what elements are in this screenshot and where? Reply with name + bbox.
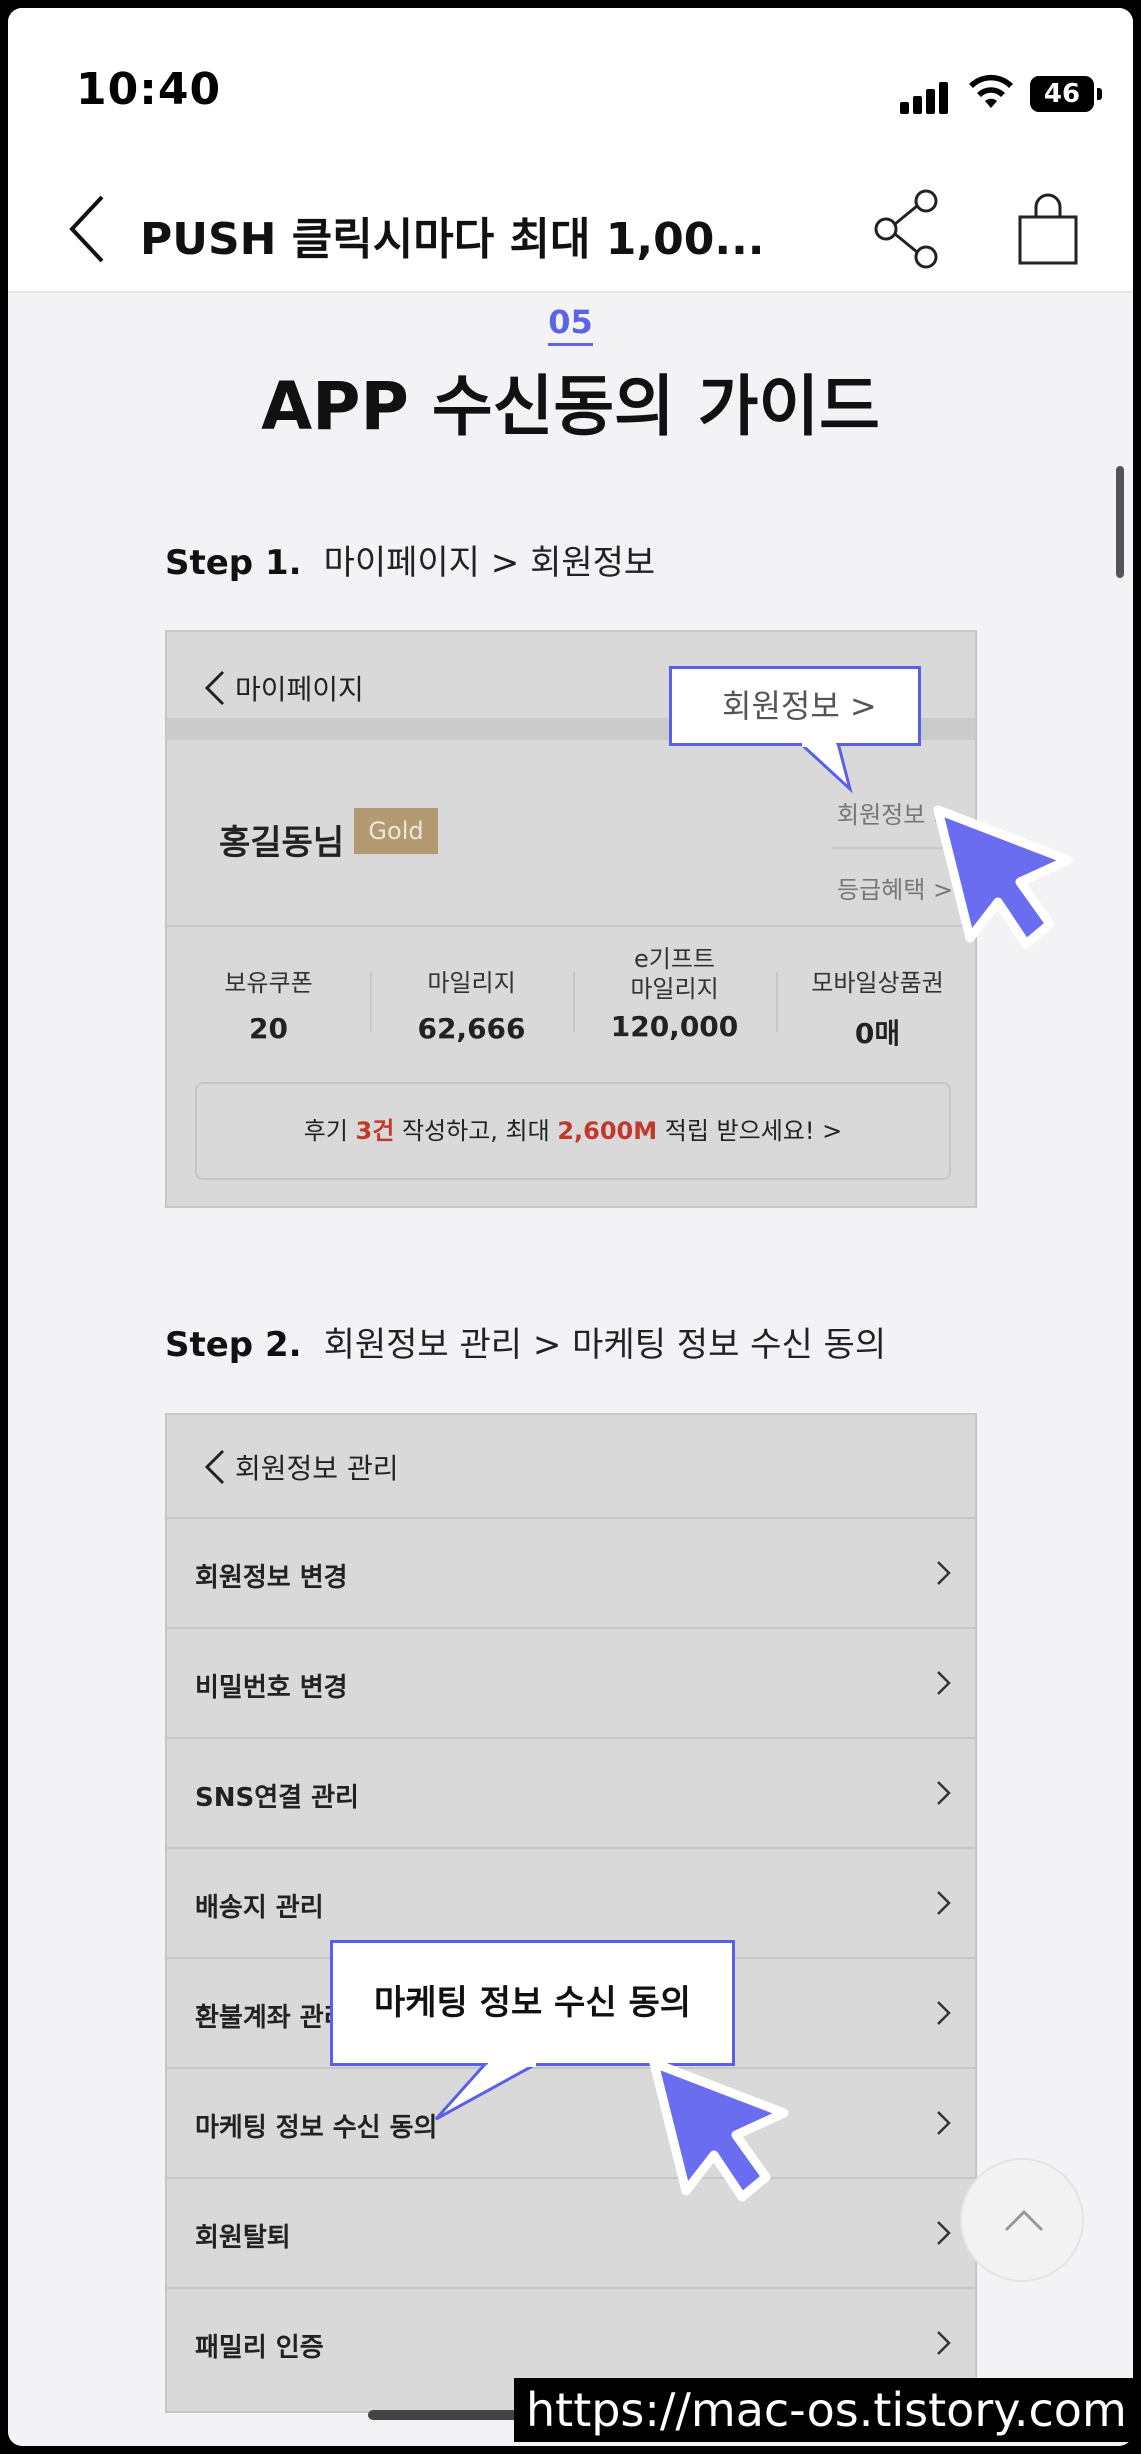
member-info-mockup: 회원정보 관리 회원정보 변경 비밀번호 변경 SNS연결 관리 배송지 관리 …: [165, 1413, 977, 2413]
member-info-callout: 회원정보 >: [669, 666, 921, 746]
menu-row: 비밀번호 변경: [167, 1629, 975, 1739]
scroll-indicator[interactable]: [1116, 466, 1124, 578]
mockup-back-title: 회원정보 관리: [235, 1452, 399, 1485]
section-number: 05: [8, 303, 1133, 346]
chevron-right-icon: [937, 1561, 951, 1585]
review-banner: 후기 3건 작성하고, 최대 2,600M 적립 받으세요! >: [195, 1082, 951, 1180]
back-chevron-icon: [204, 1449, 225, 1485]
battery-level: 46: [1043, 79, 1081, 109]
step2-label: Step 2. 회원정보 관리 > 마케팅 정보 수신 동의: [165, 1325, 887, 1365]
stat-coupon: 보유쿠폰 20: [224, 969, 313, 1045]
cursor-arrow-icon: [933, 805, 1073, 949]
scroll-top-icon: [1004, 2209, 1044, 2232]
share-icon[interactable]: [868, 187, 948, 271]
watermark: https://mac-os.tistory.com: [514, 2378, 1133, 2442]
stat-egift-mileage: e기프트 마일리지 120,000: [610, 945, 739, 1043]
menu-row: 회원탈퇴: [167, 2179, 975, 2289]
nav-bar: PUSH 클릭시마다 최대 1,00...: [8, 173, 1133, 293]
status-time: 10:40: [76, 64, 222, 115]
chevron-right-icon: [937, 2111, 951, 2135]
chevron-right-icon: [937, 2331, 951, 2355]
back-chevron-icon[interactable]: [56, 189, 126, 269]
back-chevron-icon: [204, 670, 225, 706]
chevron-right-icon: [937, 1781, 951, 1805]
step1-label: Step 1. 마이페이지 > 회원정보: [165, 543, 656, 583]
stat-mobile-voucher: 모바일상품권 0매: [811, 969, 944, 1050]
cellular-signal-icon: [900, 80, 952, 114]
grade-badge: Gold: [354, 808, 438, 854]
menu-row: 마케팅 정보 수신 동의: [167, 2069, 975, 2179]
callout-pointer: [434, 2063, 539, 2121]
guide-title: APP 수신동의 가이드: [261, 368, 880, 445]
scroll-top-button[interactable]: [960, 2158, 1084, 2282]
chevron-right-icon: [937, 2001, 951, 2025]
callout-pointer: [798, 743, 853, 793]
chevron-right-icon: [937, 2221, 951, 2245]
user-name: 홍길동님: [219, 823, 345, 863]
mockup-header: 회원정보 관리: [167, 1415, 975, 1519]
stat-mileage: 마일리지 62,666: [417, 969, 526, 1045]
chevron-right-icon: [937, 1891, 951, 1915]
page-title: PUSH 클릭시마다 최대 1,00...: [140, 214, 765, 265]
menu-row: 회원정보 변경: [167, 1519, 975, 1629]
status-bar: 10:40 46: [8, 8, 1133, 173]
chevron-right-icon: [937, 1671, 951, 1695]
cursor-arrow-icon: [649, 2058, 789, 2202]
mockup-back-title: 마이페이지: [235, 673, 364, 706]
wifi-icon: [969, 74, 1013, 108]
shopping-bag-icon[interactable]: [1008, 187, 1088, 271]
menu-row: SNS연결 관리: [167, 1739, 975, 1849]
battery-icon: 46: [1030, 76, 1102, 112]
phone-screen: 10:40 46 PUSH 클릭시마다 최대 1,00... 05 APP 수신…: [8, 8, 1133, 2446]
